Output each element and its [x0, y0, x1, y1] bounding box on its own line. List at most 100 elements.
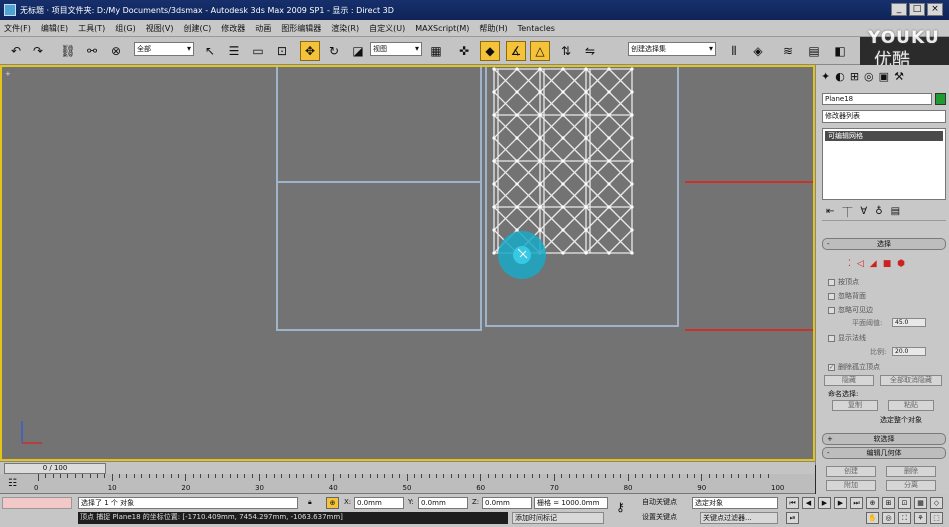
time-slider[interactable]: 0 / 100: [0, 461, 815, 474]
key-mode-dropdown[interactable]: 选定对象: [692, 497, 778, 509]
orbit-icon[interactable]: ◎: [882, 512, 895, 524]
minimize-button[interactable]: _: [891, 3, 907, 16]
region-zoom-icon[interactable]: ⬚: [930, 512, 943, 524]
display-tab-icon[interactable]: ▣: [879, 70, 889, 83]
menu-modifiers[interactable]: 修改器: [221, 23, 245, 34]
configure-sets-icon[interactable]: ▤: [891, 206, 900, 217]
play-icon[interactable]: ▶: [818, 497, 831, 509]
planar-threshold-spinner[interactable]: 45.0: [892, 318, 926, 327]
layer-icon[interactable]: ◈: [748, 41, 768, 61]
modify-tab-icon[interactable]: ◐: [835, 70, 845, 83]
angle-snap-icon[interactable]: ∡: [506, 41, 526, 61]
maximize-button[interactable]: □: [909, 3, 925, 16]
add-time-tag-button[interactable]: 添加时间标记: [512, 512, 604, 524]
copy-button[interactable]: 复制: [832, 400, 878, 411]
schematic-icon[interactable]: ▤: [804, 41, 824, 61]
zoom-extents-all-icon[interactable]: ▦: [914, 497, 927, 509]
walkthrough-icon[interactable]: ⚘: [914, 512, 927, 524]
stack-item-editable-mesh[interactable]: 可编辑网格: [825, 131, 943, 141]
menu-edit[interactable]: 编辑(E): [41, 23, 68, 34]
menu-graph-editors[interactable]: 图形编辑器: [281, 23, 321, 34]
object-name-field[interactable]: Plane18: [822, 93, 932, 105]
align-icon[interactable]: ⫴: [724, 41, 744, 61]
zoom-all-icon[interactable]: ⊞: [882, 497, 895, 509]
selection-filter-dropdown[interactable]: 全部: [134, 42, 194, 56]
paste-button[interactable]: 粘贴: [888, 400, 934, 411]
unlink-icon[interactable]: ⚯: [82, 41, 102, 61]
attach-button[interactable]: 附加: [826, 480, 876, 491]
delete-button[interactable]: 删除: [886, 466, 936, 477]
menu-file[interactable]: 文件(F): [4, 23, 31, 34]
detach-button[interactable]: 分离: [886, 480, 936, 491]
bind-icon[interactable]: ⊗: [106, 41, 126, 61]
absolute-mode-icon[interactable]: ⊕: [326, 497, 339, 509]
prev-frame-icon[interactable]: ◀: [802, 497, 815, 509]
y-coordinate-field[interactable]: 0.0mm: [418, 497, 468, 509]
zoom-icon[interactable]: ⊕: [866, 497, 879, 509]
reference-coord-dropdown[interactable]: 视图: [370, 42, 422, 56]
remove-modifier-icon[interactable]: ♁: [875, 206, 882, 217]
close-button[interactable]: ×: [927, 3, 943, 16]
redo-icon[interactable]: ↷: [28, 41, 48, 61]
key-mode-icon[interactable]: ⏯: [786, 512, 799, 524]
go-to-start-icon[interactable]: ⏮: [786, 497, 799, 509]
menu-tools[interactable]: 工具(T): [78, 23, 105, 34]
delete-isolated-checkbox[interactable]: ✓ 删除孤立顶点: [828, 362, 880, 372]
modifier-list-dropdown[interactable]: 修改器列表: [822, 110, 946, 123]
hierarchy-tab-icon[interactable]: ⊞: [850, 70, 859, 83]
select-by-name-icon[interactable]: ☰: [224, 41, 244, 61]
object-color-swatch[interactable]: [935, 93, 946, 105]
time-slider-thumb[interactable]: 0 / 100: [4, 463, 106, 474]
key-filters-button[interactable]: 关键点过滤器...: [700, 512, 778, 524]
lock-icon[interactable]: 🔒︎: [306, 497, 318, 509]
menu-customize[interactable]: 自定义(U): [369, 23, 405, 34]
percent-snap-icon[interactable]: △: [530, 41, 550, 61]
maximize-viewport-icon[interactable]: ⛶: [898, 512, 911, 524]
element-icon[interactable]: ⬢: [897, 259, 905, 269]
move-icon[interactable]: ✥: [300, 41, 320, 61]
key-icon[interactable]: ⚷: [614, 502, 625, 514]
mirror-icon[interactable]: ⇋: [580, 41, 600, 61]
select-icon[interactable]: ↖: [200, 41, 220, 61]
rect-region-icon[interactable]: ▭: [248, 41, 268, 61]
track-bar-icon[interactable]: ☷: [8, 478, 17, 489]
menu-create[interactable]: 创建(C): [183, 23, 211, 34]
show-normals-checkbox[interactable]: 显示法线: [828, 333, 866, 343]
scale-spinner[interactable]: 20.0: [892, 347, 926, 356]
motion-tab-icon[interactable]: ◎: [864, 70, 874, 83]
by-vertex-checkbox[interactable]: 按顶点: [828, 277, 859, 287]
go-to-end-icon[interactable]: ⏭: [850, 497, 863, 509]
x-coordinate-field[interactable]: 0.0mm: [354, 497, 404, 509]
menu-animation[interactable]: 动画: [255, 23, 271, 34]
zoom-extents-icon[interactable]: ⊡: [898, 497, 911, 509]
link-icon[interactable]: ⛓: [58, 41, 78, 61]
viewport-label[interactable]: +: [5, 70, 11, 78]
pivot-icon[interactable]: ▦: [426, 41, 446, 61]
menu-maxscript[interactable]: MAXScript(M): [415, 24, 469, 33]
create-button[interactable]: 创建: [826, 466, 876, 477]
pan-icon[interactable]: ✋: [866, 512, 879, 524]
named-selection-dropdown[interactable]: 创建选择集: [628, 42, 716, 56]
pin-stack-icon[interactable]: ⇤: [826, 206, 834, 217]
menu-views[interactable]: 视图(V): [146, 23, 174, 34]
scale-icon[interactable]: ◪: [348, 41, 368, 61]
polygon-icon[interactable]: ■: [883, 259, 892, 269]
edit-geometry-rollout-header[interactable]: - 编辑几何体: [822, 447, 946, 459]
z-coordinate-field[interactable]: 0.0mm: [482, 497, 532, 509]
next-frame-icon[interactable]: ▶: [834, 497, 847, 509]
spinner-snap-icon[interactable]: ⇅: [556, 41, 576, 61]
perspective-viewport[interactable]: +: [0, 65, 815, 461]
rotate-icon[interactable]: ↻: [324, 41, 344, 61]
menu-help[interactable]: 帮助(H): [479, 23, 507, 34]
ignore-backface-checkbox[interactable]: 忽略背面: [828, 291, 866, 301]
face-icon[interactable]: ◢: [870, 259, 877, 269]
app-icon[interactable]: [4, 4, 16, 16]
edge-icon[interactable]: ◁: [857, 259, 864, 269]
make-unique-icon[interactable]: ∀: [860, 206, 867, 217]
curve-editor-icon[interactable]: ≋: [778, 41, 798, 61]
soft-selection-rollout-header[interactable]: + 软选择: [822, 433, 946, 445]
menu-group[interactable]: 组(G): [115, 23, 135, 34]
undo-icon[interactable]: ↶: [6, 41, 26, 61]
selection-rollout-header[interactable]: - 选择: [822, 238, 946, 250]
unhide-all-button[interactable]: 全部取消隐藏: [880, 375, 942, 386]
